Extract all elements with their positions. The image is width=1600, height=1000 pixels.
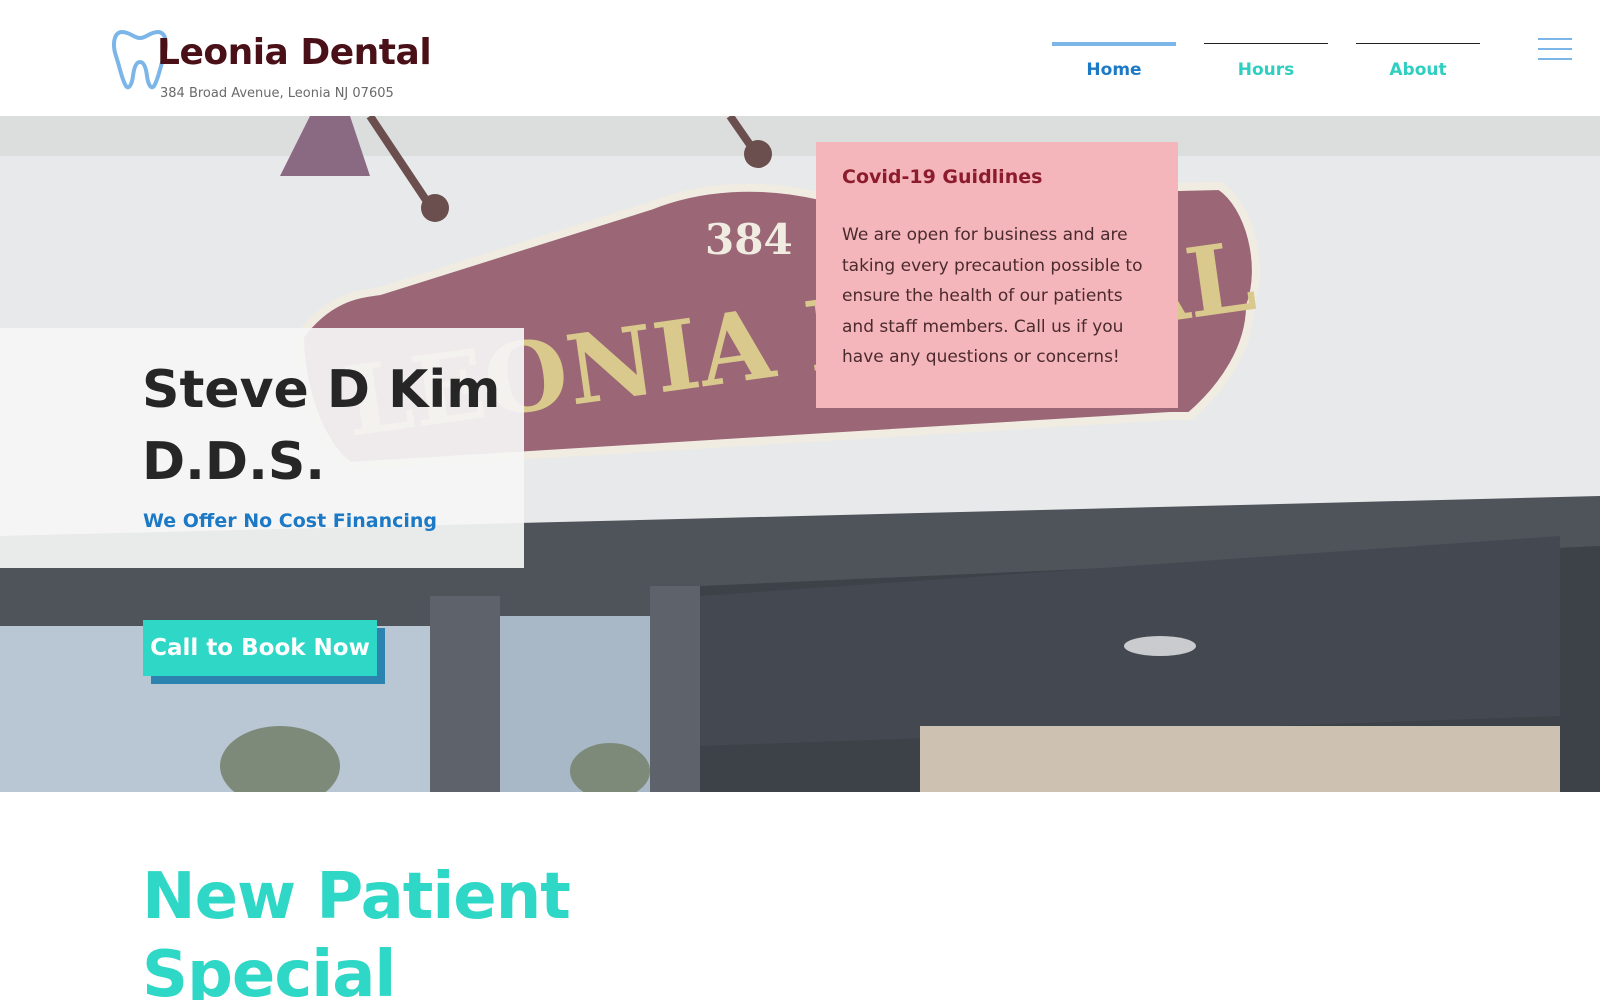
covid-notice: Covid-19 Guidlines We are open for busin… bbox=[816, 142, 1178, 408]
nav-item-hours[interactable]: Hours bbox=[1204, 40, 1328, 90]
nav-label-hours[interactable]: Hours bbox=[1204, 60, 1328, 80]
nav-label-home[interactable]: Home bbox=[1052, 60, 1176, 80]
cta-wrapper: Call to Book Now bbox=[143, 620, 385, 684]
nav-label-about[interactable]: About bbox=[1356, 60, 1480, 80]
brand-name[interactable]: Leonia Dental bbox=[157, 32, 432, 73]
intro-card: Steve D Kim D.D.S. We Offer No Cost Fina… bbox=[0, 328, 524, 568]
address: 384 Broad Avenue, Leonia NJ 07605 bbox=[160, 86, 394, 101]
main-nav: Home Hours About bbox=[1052, 40, 1482, 90]
covid-title: Covid-19 Guidlines bbox=[842, 166, 1043, 188]
call-to-book-button[interactable]: Call to Book Now bbox=[143, 620, 377, 676]
nav-indicator bbox=[1204, 43, 1328, 44]
site-header: Leonia Dental 384 Broad Avenue, Leonia N… bbox=[0, 0, 1600, 116]
new-patient-special-heading: New Patient Special bbox=[142, 860, 571, 1000]
nav-indicator bbox=[1052, 42, 1176, 46]
nav-item-about[interactable]: About bbox=[1356, 40, 1480, 90]
nav-item-home[interactable]: Home bbox=[1052, 40, 1176, 90]
hero-section: 384 LEONIA DENTAL Steve D Kim D.D.S. We … bbox=[0, 116, 1600, 792]
sign-number: 384 bbox=[705, 215, 793, 264]
dentist-name: Steve D Kim D.D.S. bbox=[142, 360, 501, 492]
hamburger-menu-icon[interactable] bbox=[1538, 38, 1572, 62]
financing-text: We Offer No Cost Financing bbox=[143, 510, 438, 532]
covid-body: We are open for business and are taking … bbox=[842, 225, 1143, 367]
nav-indicator bbox=[1356, 43, 1480, 44]
